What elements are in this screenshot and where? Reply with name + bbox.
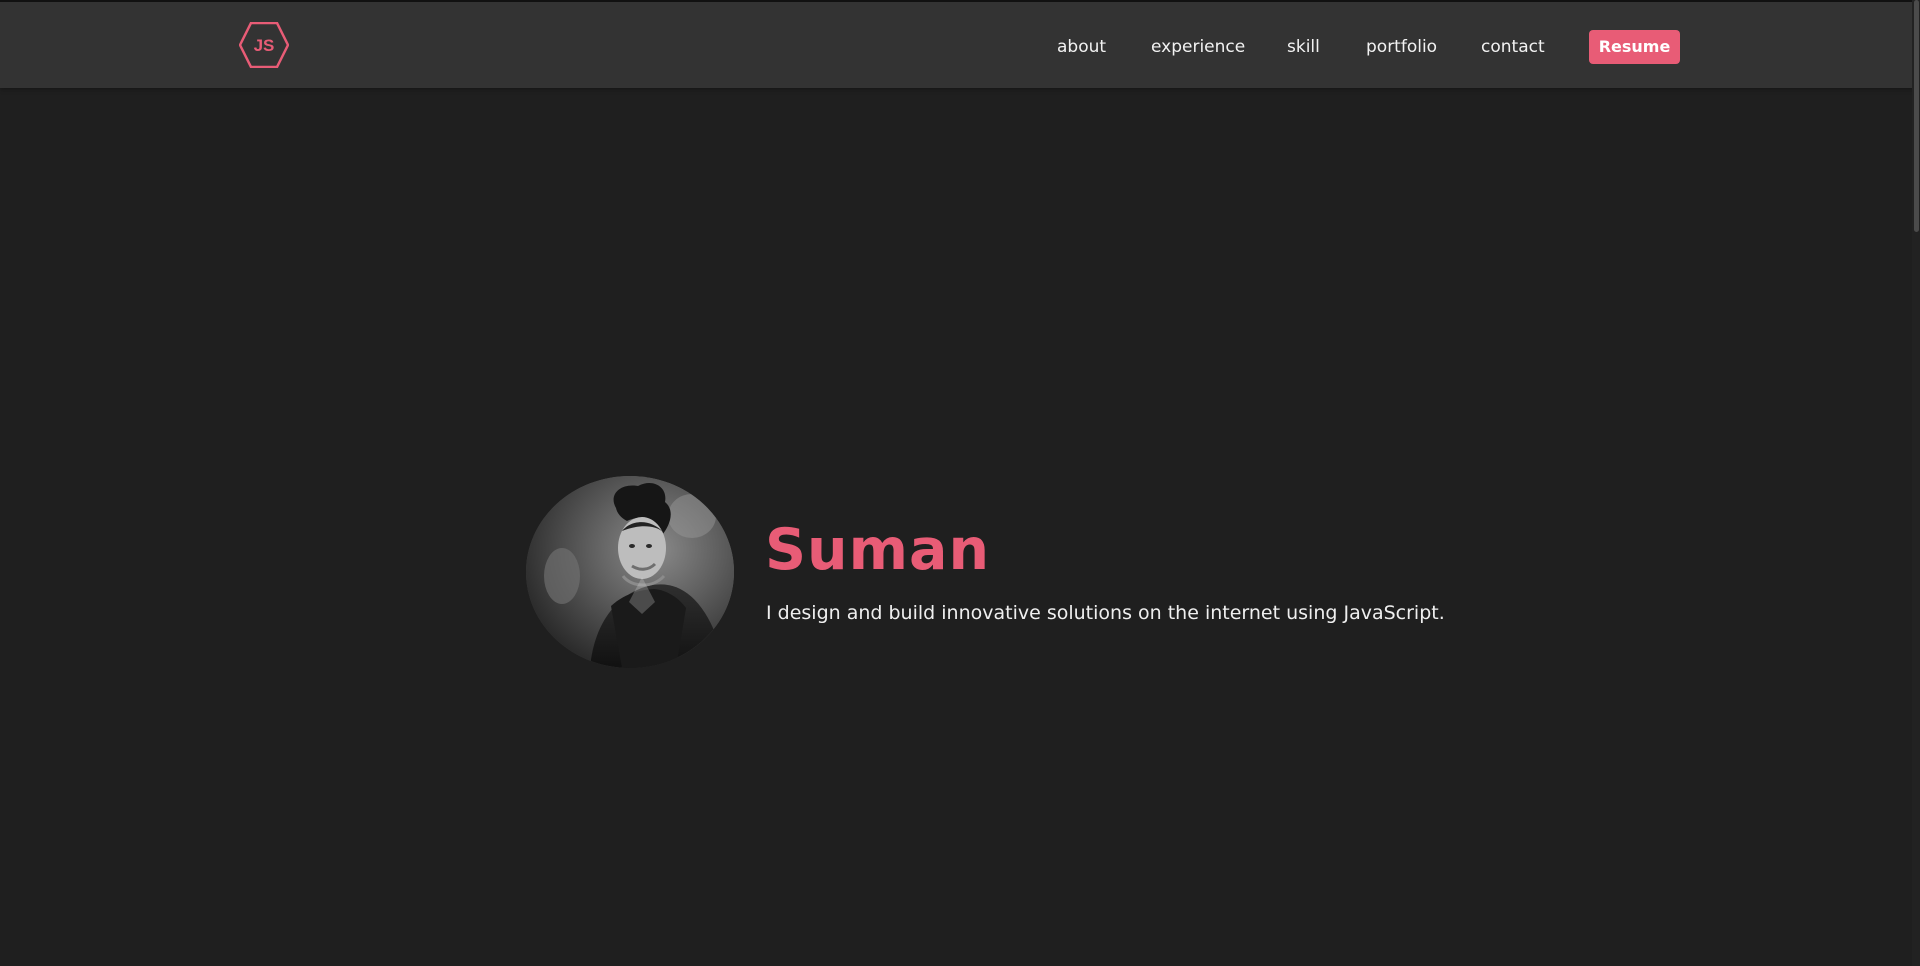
portfolio-page: JS about experience skill portfolio cont…: [0, 0, 1920, 966]
logo-link[interactable]: JS: [239, 22, 289, 68]
nav-item-portfolio[interactable]: portfolio: [1366, 37, 1437, 57]
hero-tagline: I design and build innovative solutions …: [766, 602, 1445, 624]
top-navigation-bar: JS about experience skill portfolio cont…: [0, 0, 1920, 88]
profile-photo: [526, 476, 734, 668]
nav-item-about[interactable]: about: [1057, 37, 1106, 57]
resume-button[interactable]: Resume: [1589, 30, 1680, 64]
hero-name: Suman: [765, 517, 991, 583]
hexagon-icon: JS: [239, 22, 289, 68]
logo-text: JS: [254, 36, 275, 55]
nav-item-skill[interactable]: skill: [1287, 37, 1320, 57]
profile-portrait-image: [526, 476, 734, 668]
scrollbar-thumb[interactable]: [1914, 0, 1919, 232]
nav-item-contact[interactable]: contact: [1481, 37, 1545, 57]
nav-item-experience[interactable]: experience: [1151, 37, 1245, 57]
vertical-scrollbar[interactable]: [1912, 0, 1920, 966]
